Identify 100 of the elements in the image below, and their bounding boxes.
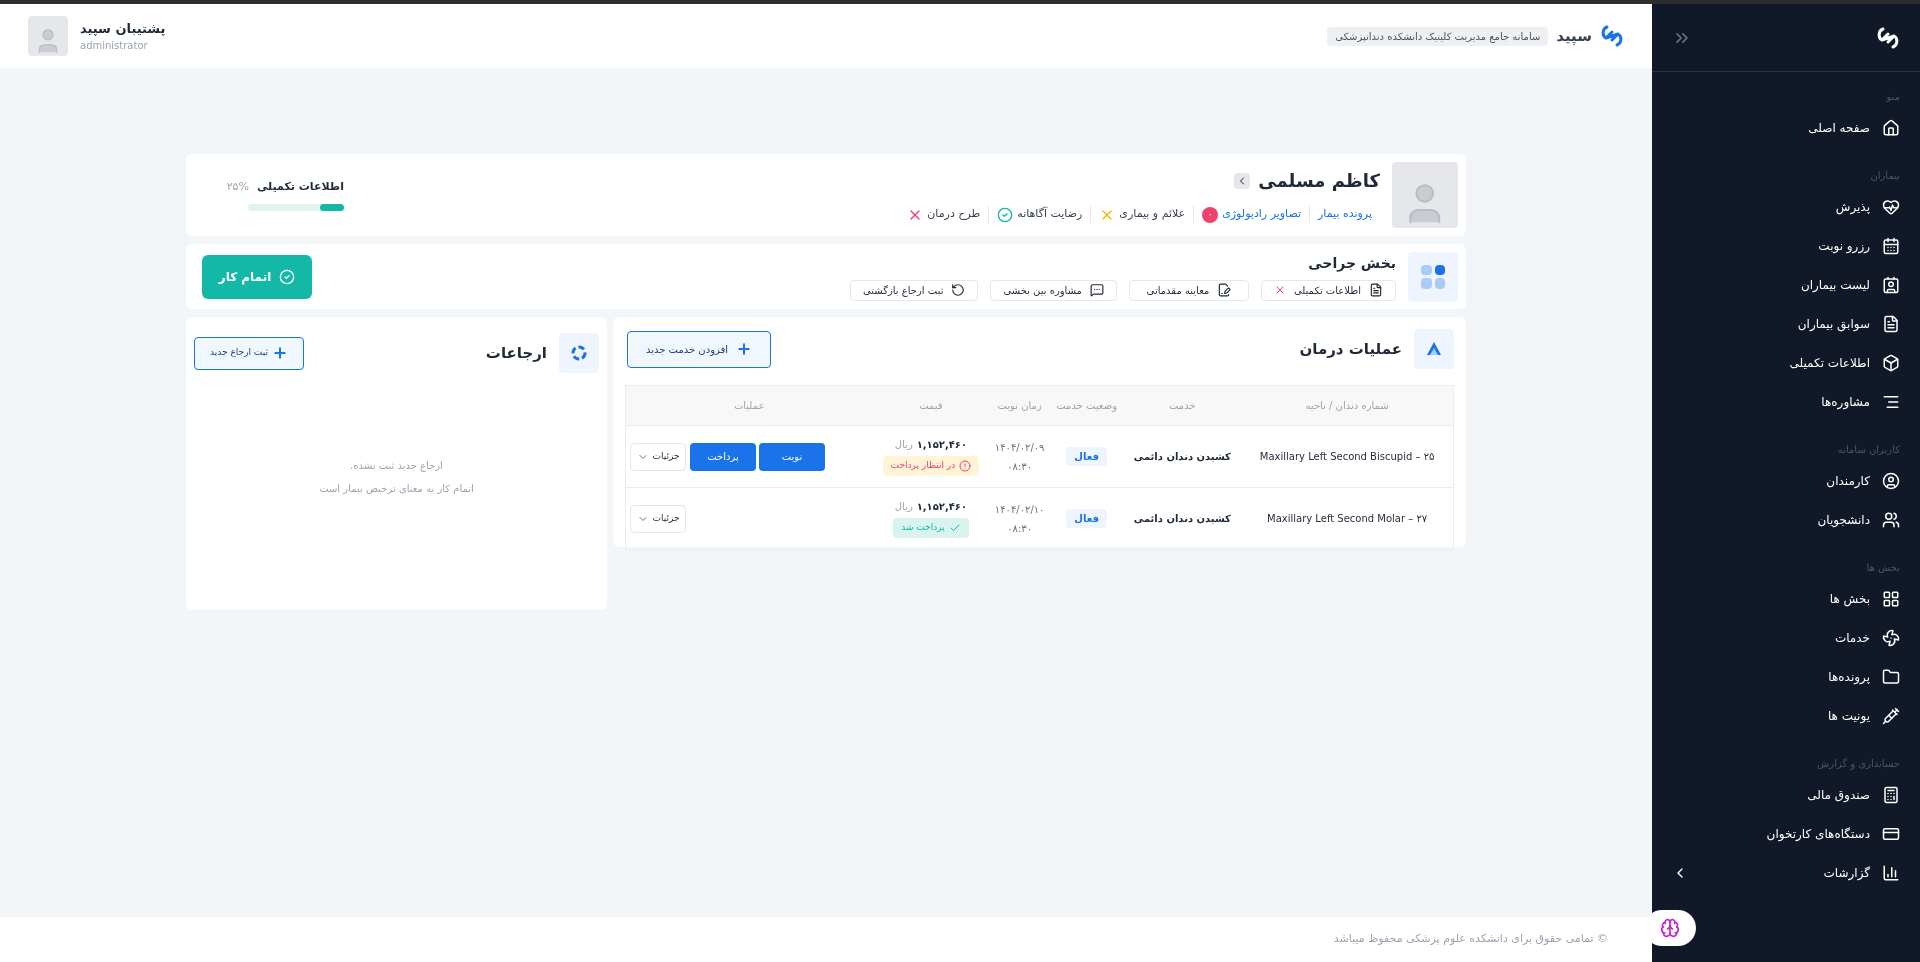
appointment-time: ۰۸:۳۰ (1007, 459, 1033, 474)
add-referral-button[interactable]: ثبت ارجاع جدید (194, 336, 304, 370)
table-cell: کشیدن دندان دائمی (1133, 451, 1231, 462)
section-icon (559, 333, 599, 373)
payment-badge: پرداخت شد (893, 518, 969, 538)
menu-item[interactable]: صندوق مالی (1652, 775, 1920, 814)
menu-item[interactable]: سوابق بیماران (1652, 304, 1920, 343)
completion-label: اطلاعات تکمیلی (256, 179, 344, 196)
avatar (28, 16, 68, 56)
check-circle-icon (279, 268, 296, 285)
menu-group-title: کاربران سامانه (1836, 442, 1901, 457)
column-header: زمان نوبت (997, 400, 1042, 411)
empty-message: ارجاع جدید ثبت نشده. (350, 459, 443, 473)
table-cell: ۲۵ – Maxillary Left Second Biscupid (1259, 451, 1435, 462)
avatar (1392, 162, 1458, 228)
chevron-button[interactable] (1234, 172, 1251, 189)
card-title: عملیات درمان (1299, 338, 1402, 360)
menu-item[interactable]: صفحه اصلی (1652, 108, 1920, 147)
menu-item-icon (1882, 471, 1900, 490)
menu-item[interactable]: خدمات (1652, 618, 1920, 657)
menu-item-icon (1882, 197, 1900, 216)
menu-item[interactable]: گزارشات (1652, 853, 1920, 892)
action-icon (1369, 283, 1383, 297)
patient-link[interactable]: علائم و بیماری (1119, 206, 1186, 223)
menu-item-icon (1882, 589, 1900, 608)
section-action-button[interactable]: مشاوره بین بخشی (990, 279, 1117, 301)
menu-item[interactable]: لیست بیماران (1652, 265, 1920, 304)
currency: ریال (894, 438, 913, 453)
action-icon (951, 283, 966, 297)
plus-icon (271, 345, 288, 361)
patient-name: کاظم مسلمی (1258, 169, 1380, 194)
alert-icon (959, 460, 972, 472)
patient-link[interactable]: رضایت آگاهانه (1017, 206, 1083, 223)
menu-item-icon (1882, 667, 1900, 686)
menu-item-icon (1882, 706, 1900, 725)
menu-item-icon (1882, 275, 1900, 294)
brand-name: سپید (1556, 25, 1592, 47)
action-icon (1089, 283, 1104, 297)
menu-item-icon (1882, 863, 1900, 882)
brain-icon (1660, 918, 1680, 938)
menu-item[interactable]: بخش ها (1652, 579, 1920, 618)
menu-item-icon (1882, 314, 1900, 333)
section-action-button[interactable]: ثبت ارجاع بازگشتی (849, 279, 979, 301)
section-title: بخش جراحی (1307, 253, 1396, 274)
section-icon (1414, 329, 1454, 369)
column-header: شماره دندان / ناحیه (1305, 400, 1389, 411)
action-button[interactable]: پرداخت (690, 442, 756, 471)
menu-item[interactable]: رزرو نوبت (1652, 226, 1920, 265)
menu-group-title: حسابداری و گزارش (1816, 756, 1901, 772)
add-service-button[interactable]: افزودن خدمت جدید (627, 330, 771, 368)
payment-badge: در انتظار پرداخت (882, 456, 980, 476)
action-icon (1217, 283, 1232, 297)
menu-item-icon (1882, 510, 1900, 529)
menu-item-icon (1882, 785, 1900, 804)
logo-icon (1876, 25, 1900, 50)
menu-item[interactable]: دانشجویان (1652, 500, 1920, 539)
patient-link[interactable]: تصاویر رادیولوژی (1222, 206, 1302, 223)
menu-group-title: بیماران (1869, 168, 1901, 183)
menu-item[interactable]: پذیرش (1652, 187, 1920, 226)
user-name: پشتیبان سپید (80, 19, 166, 38)
menu-group-title: بخش ها (1865, 560, 1901, 575)
details-dropdown[interactable]: جزئیات (630, 442, 686, 471)
menu-item[interactable]: اطلاعات تکمیلی (1652, 343, 1920, 382)
menu-group-title: منو (1885, 89, 1901, 104)
menu-item[interactable]: مشاوره‌ها (1652, 382, 1920, 421)
menu-item[interactable]: یونیت ها (1652, 696, 1920, 735)
menu-item[interactable]: کارمندان (1652, 461, 1920, 500)
table-cell: کشیدن دندان دائمی (1133, 513, 1231, 524)
price: ۱,۱۵۲,۴۶۰ (916, 500, 968, 515)
section-action-button[interactable]: معاینه مقدماتی (1128, 279, 1249, 301)
table-cell: ۲۷ – Maxillary Left Second Molar (1267, 513, 1428, 524)
price: ۱,۱۵۲,۴۶۰ (916, 438, 968, 453)
status-badge: فعال (1066, 447, 1107, 466)
status-badge: فعال (1066, 509, 1107, 528)
menu-item[interactable]: پرونده‌ها (1652, 657, 1920, 696)
column-header: خدمت (1169, 400, 1196, 411)
section-action-button[interactable]: اطلاعات تکمیلی (1260, 279, 1396, 301)
menu-item[interactable]: دستگاه‌های کارتخوان (1652, 814, 1920, 853)
logo-icon (1600, 24, 1624, 48)
appointment-date: ۱۴۰۴/۰۲/۱۰ (994, 502, 1045, 517)
user-role: administrator (80, 39, 149, 54)
menu-item-icon (1882, 236, 1900, 255)
menu-item-icon (1882, 353, 1900, 372)
copyright: © تمامی حقوق برای دانشکده علوم پزشکی محفوظ میباشد (1333, 931, 1608, 948)
column-header: وضعیت خدمت (1056, 400, 1117, 411)
column-header: قیمت (919, 400, 943, 411)
menu-item-icon (1882, 628, 1900, 647)
appointment-date: ۱۴۰۴/۰۲/۰۹ (994, 440, 1045, 455)
currency: ریال (894, 500, 913, 515)
menu-item-icon (1882, 118, 1900, 137)
patient-link[interactable]: طرح درمان (927, 206, 981, 223)
card-title: ارجاعات (485, 342, 547, 364)
details-dropdown[interactable]: جزئیات (630, 504, 686, 533)
completion-percent: ۲۵% (226, 179, 249, 196)
count-badge: ۰ (1202, 206, 1219, 223)
check-icon (948, 522, 961, 534)
action-button[interactable]: نوبت (759, 442, 825, 471)
patient-link[interactable]: پرونده بیمار (1318, 206, 1372, 223)
system-badge: سامانه جامع مدیریت کلینیک دانشکده دندانپزشکی (1327, 26, 1549, 46)
column-header: عملیات (733, 400, 765, 411)
